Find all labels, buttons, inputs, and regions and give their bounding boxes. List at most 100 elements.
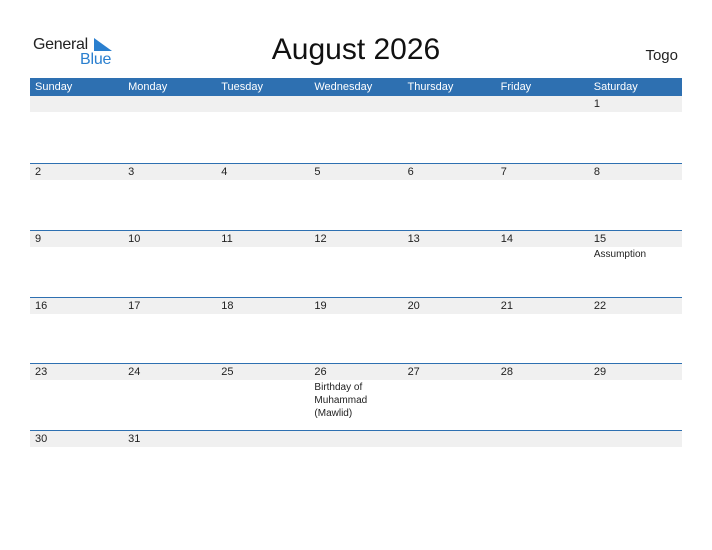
country-label: Togo xyxy=(645,47,678,64)
day-number xyxy=(408,96,496,112)
day-cell xyxy=(309,431,402,498)
day-number: 18 xyxy=(221,300,234,312)
weekday-friday: Friday xyxy=(500,81,532,93)
day-number xyxy=(594,431,682,447)
day-number: 13 xyxy=(407,233,420,245)
day-number: 15 xyxy=(593,233,607,245)
day-cell: 2 xyxy=(30,164,123,231)
day-number: 1 xyxy=(593,98,600,110)
week-row: 30 31 xyxy=(30,430,682,498)
weekday-saturday: Saturday xyxy=(593,81,638,93)
day-number: 27 xyxy=(407,366,420,378)
day-cell: 31 xyxy=(123,431,216,498)
day-cell: 5 xyxy=(309,164,402,231)
weekday-wednesday: Wednesday xyxy=(314,81,373,93)
day-number: 14 xyxy=(500,233,513,245)
day-cell: 12 xyxy=(309,231,402,298)
day-number: 17 xyxy=(128,300,141,312)
day-number: 12 xyxy=(314,233,327,245)
day-cell: 19 xyxy=(309,298,402,365)
day-number: 4 xyxy=(221,166,228,178)
day-number: 28 xyxy=(500,366,513,378)
day-number xyxy=(501,96,589,112)
day-number: 26 xyxy=(314,366,327,378)
day-cell xyxy=(309,96,402,163)
day-cell: 24 xyxy=(123,364,216,431)
holiday-label: Birthday of Muhammad (Mawlid) xyxy=(314,382,368,419)
day-number: 9 xyxy=(35,233,42,245)
week-row: 1 xyxy=(30,96,682,163)
week-row: 16 17 18 19 20 21 22 xyxy=(30,297,682,365)
day-cell: 28 xyxy=(496,364,589,431)
day-number: 29 xyxy=(593,366,607,378)
day-number: 7 xyxy=(500,166,507,178)
day-cell: 7 xyxy=(496,164,589,231)
day-number xyxy=(314,96,402,112)
day-cell: 15 Assumption xyxy=(589,231,682,298)
holiday-label: Assumption xyxy=(593,249,647,260)
weekday-header: Sunday Monday Tuesday Wednesday Thursday… xyxy=(30,78,682,96)
day-cell: 20 xyxy=(403,298,496,365)
week-row: 23 24 25 26 Birthday of Muhammad (Mawlid) 27 2… xyxy=(30,363,682,431)
day-cell: 13 xyxy=(403,231,496,298)
day-number: 6 xyxy=(407,166,414,178)
day-cell: 30 xyxy=(30,431,123,498)
calendar-title: August 2026 xyxy=(271,33,441,66)
day-number: 25 xyxy=(221,366,234,378)
day-cell: 25 xyxy=(216,364,309,431)
day-cell: 8 xyxy=(589,164,682,231)
day-number: 16 xyxy=(35,300,48,312)
day-number: 24 xyxy=(128,366,141,378)
day-cell: 10 xyxy=(123,231,216,298)
day-number xyxy=(221,431,309,447)
day-cell: 1 xyxy=(589,96,682,163)
day-number: 19 xyxy=(314,300,327,312)
day-cell: 29 xyxy=(589,364,682,431)
day-cell xyxy=(216,96,309,163)
day-number: 11 xyxy=(221,233,233,245)
weekday-monday: Monday xyxy=(128,81,168,93)
day-number xyxy=(35,96,123,112)
day-number: 8 xyxy=(593,166,600,178)
day-number: 20 xyxy=(407,300,420,312)
day-cell: 18 xyxy=(216,298,309,365)
day-number xyxy=(128,96,216,112)
day-number xyxy=(314,431,402,447)
day-cell xyxy=(216,431,309,498)
day-number: 22 xyxy=(593,300,607,312)
day-number: 23 xyxy=(35,366,48,378)
day-cell xyxy=(403,431,496,498)
day-cell: 23 xyxy=(30,364,123,431)
week-row: 2 3 4 5 6 7 8 xyxy=(30,163,682,231)
day-cell: 4 xyxy=(216,164,309,231)
week-row: 9 10 11 12 13 14 15 Assumption xyxy=(30,230,682,298)
day-cell: 6 xyxy=(403,164,496,231)
day-cell: 9 xyxy=(30,231,123,298)
day-cell xyxy=(589,431,682,498)
day-number xyxy=(501,431,589,447)
day-number: 2 xyxy=(35,166,42,178)
day-cell xyxy=(123,96,216,163)
day-cell xyxy=(496,96,589,163)
weekday-tuesday: Tuesday xyxy=(221,81,264,93)
day-number: 30 xyxy=(35,433,48,445)
day-cell: 21 xyxy=(496,298,589,365)
weekday-sunday: Sunday xyxy=(35,81,73,93)
day-cell: 14 xyxy=(496,231,589,298)
day-number: 10 xyxy=(128,233,141,245)
day-cell xyxy=(403,96,496,163)
day-cell: 27 xyxy=(403,364,496,431)
day-cell xyxy=(496,431,589,498)
day-cell: 26 Birthday of Muhammad (Mawlid) xyxy=(309,364,402,431)
weekday-thursday: Thursday xyxy=(407,81,454,93)
day-cell: 11 xyxy=(216,231,309,298)
day-number: 3 xyxy=(128,166,135,178)
day-cell: 22 xyxy=(589,298,682,365)
day-number xyxy=(408,431,496,447)
day-cell: 3 xyxy=(123,164,216,231)
day-number: 31 xyxy=(128,433,141,445)
day-number: 21 xyxy=(500,300,513,312)
day-number xyxy=(221,96,309,112)
day-cell xyxy=(30,96,123,163)
day-cell: 17 xyxy=(123,298,216,365)
